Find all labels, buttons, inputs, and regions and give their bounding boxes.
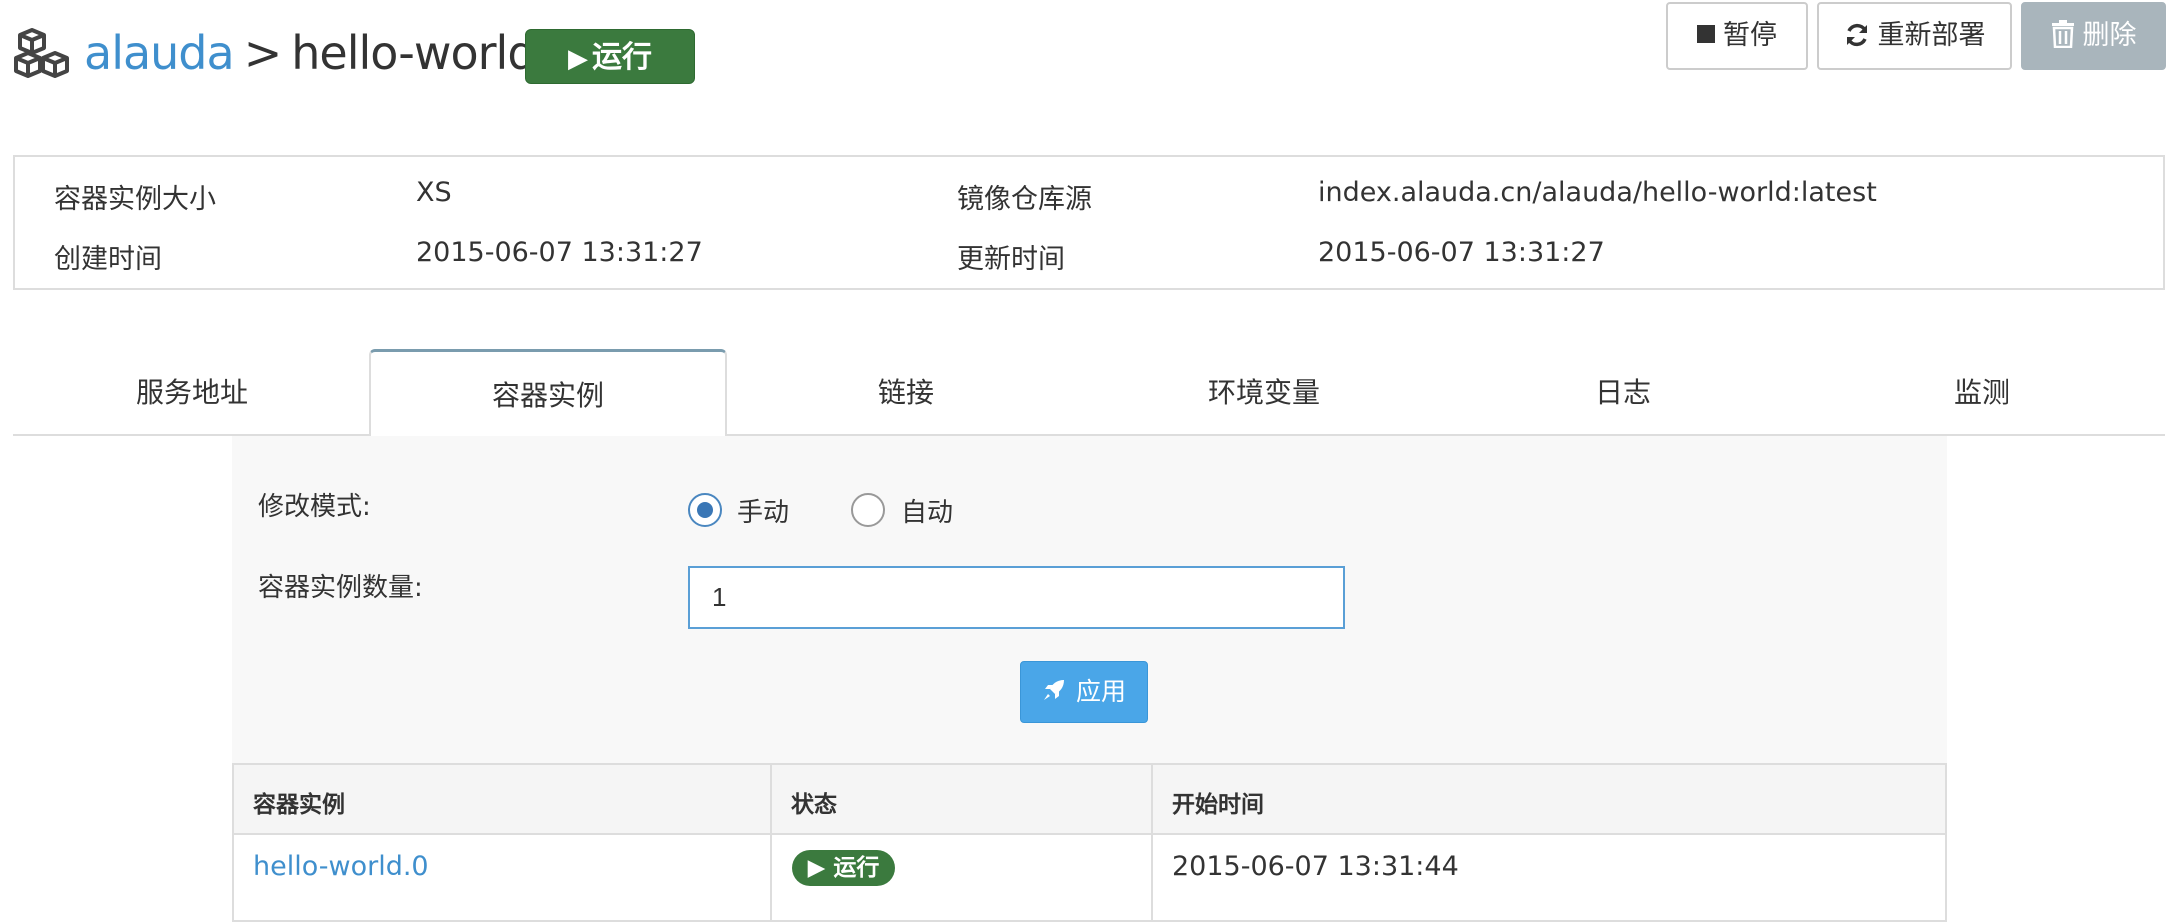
cubes-icon (14, 28, 69, 78)
instance-status-label: 运行 (833, 855, 880, 881)
pause-button[interactable]: 暂停 (1666, 2, 1808, 70)
auto-radio-label[interactable]: 自动 (901, 492, 953, 529)
redeploy-button[interactable]: 重新部署 (1817, 2, 2012, 70)
stop-square-icon (1697, 24, 1715, 43)
tab-links[interactable]: 链接 (727, 352, 1085, 434)
delete-button[interactable]: 删除 (2021, 2, 2166, 70)
tab-service-address[interactable]: 服务地址 (13, 352, 371, 434)
page-title: hello-world (291, 26, 536, 80)
manual-radio[interactable] (688, 493, 722, 527)
size-value: XS (416, 177, 452, 208)
column-header-start-time: 开始时间 (1172, 792, 1264, 818)
breadcrumb-separator: > (243, 26, 283, 80)
service-status-label: 运行 (592, 40, 652, 75)
table-header (234, 765, 1945, 835)
instance-count-label: 容器实例数量: (258, 573, 423, 603)
delete-button-label: 删除 (2082, 20, 2137, 51)
instance-status-badge: ▶ 运行 (792, 850, 895, 886)
column-divider (1151, 765, 1153, 920)
image-value: index.alauda.cn/alauda/hello-world:lates… (1318, 177, 1877, 208)
manual-radio-label[interactable]: 手动 (737, 492, 789, 529)
service-info-panel (13, 155, 2165, 290)
apply-button[interactable]: 应用 (1020, 661, 1148, 723)
created-label: 创建时间 (54, 244, 162, 275)
column-divider (770, 765, 772, 920)
apply-button-label: 应用 (1075, 677, 1126, 706)
refresh-icon (1846, 23, 1867, 46)
breadcrumb-root-link[interactable]: alauda (84, 26, 235, 80)
tab-logs[interactable]: 日志 (1444, 352, 1802, 434)
trash-icon (2051, 19, 2074, 48)
size-label: 容器实例大小 (54, 184, 216, 215)
column-header-status: 状态 (791, 792, 837, 818)
updated-value: 2015-06-07 13:31:27 (1318, 237, 1605, 268)
mode-label: 修改模式: (258, 492, 371, 522)
instances-table: 容器实例 状态 开始时间 hello-world.0 ▶ 运行 2015-06-… (232, 763, 1947, 922)
breadcrumb: alauda > hello-world (84, 18, 537, 88)
play-icon: ▶ (807, 855, 834, 881)
tab-monitoring[interactable]: 监测 (1803, 352, 2161, 434)
auto-radio[interactable] (851, 493, 885, 527)
column-header-instance: 容器实例 (253, 792, 345, 818)
created-value: 2015-06-07 13:31:27 (416, 237, 703, 268)
instance-count-input[interactable] (688, 566, 1345, 629)
rocket-icon (1043, 680, 1064, 700)
pause-button-label: 暂停 (1723, 20, 1777, 51)
service-status-badge: ▶ 运行 (525, 29, 695, 84)
tab-container-instances[interactable]: 容器实例 (369, 349, 727, 436)
play-icon: ▶ (568, 44, 588, 74)
image-label: 镜像仓库源 (957, 184, 1092, 215)
instance-start-time: 2015-06-07 13:31:44 (1172, 851, 1459, 882)
updated-label: 更新时间 (957, 244, 1065, 275)
tab-env-vars[interactable]: 环境变量 (1085, 352, 1443, 434)
redeploy-button-label: 重新部署 (1877, 20, 1986, 51)
instance-name-link[interactable]: hello-world.0 (253, 851, 429, 882)
